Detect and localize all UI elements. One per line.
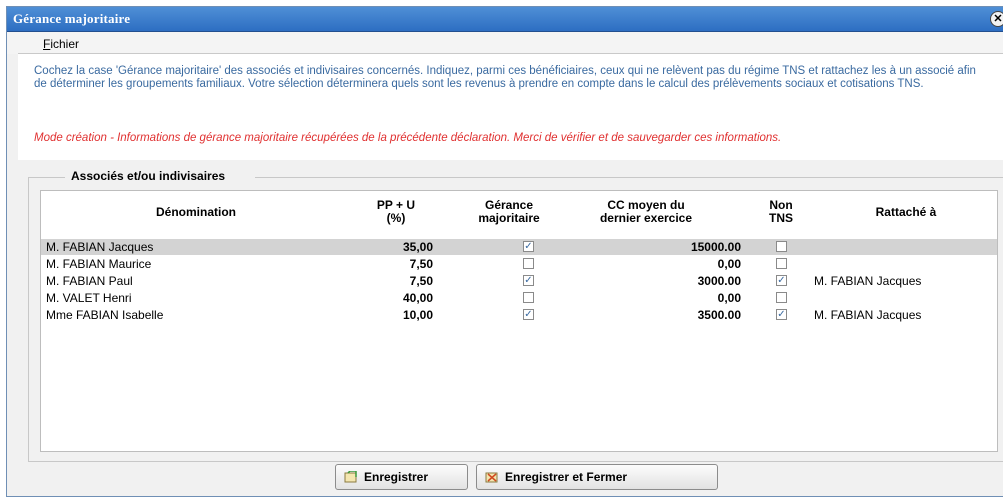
associes-grid[interactable]: Dénomination PP + U (%) Gérance majorita… (40, 190, 998, 452)
header-ppu[interactable]: PP + U (%) (361, 199, 431, 225)
menu-bar: Fichier (7, 32, 1003, 54)
save-close-button-label: Enregistrer et Fermer (505, 470, 628, 484)
table-row[interactable]: M. VALET Henri 40,00 0,00 (41, 290, 997, 306)
window-title: Gérance majoritaire (13, 11, 131, 26)
info-warning: Mode création - Informations de gérance … (34, 132, 782, 144)
cell-ppu: 7,50 (409, 257, 433, 271)
table-row[interactable]: Mme FABIAN Isabelle 10,00 ✓ 3500.00 ✓ M. FABI… (41, 307, 997, 323)
cell-denomination: M. FABIAN Paul (46, 274, 133, 288)
cell-cc: 3000.00 (697, 274, 741, 288)
save-close-button[interactable]: Enregistrer et Fermer (476, 464, 718, 490)
cell-rattache: M. FABIAN Jacques (814, 308, 922, 322)
cell-ppu: 40,00 (402, 291, 433, 305)
header-denomination[interactable]: Dénomination (111, 206, 281, 219)
table-row[interactable]: M. FABIAN Maurice 7,50 0,00 (41, 256, 997, 272)
table-row[interactable]: M. FABIAN Jacques 35,00 ✓ 15000.00 (41, 239, 997, 255)
save-button[interactable]: Enregistrer (335, 464, 468, 490)
save-icon (344, 470, 358, 483)
info-instructions: Cochez la case 'Gérance majoritaire' des… (34, 65, 976, 90)
header-rattache[interactable]: Rattaché à (831, 206, 981, 219)
gerance-checkbox[interactable] (523, 258, 534, 269)
cell-cc: 0,00 (717, 257, 741, 271)
cell-ppu: 7,50 (409, 274, 433, 288)
associes-groupbox: Associés et/ou indivisaires Dénomination… (28, 169, 1003, 462)
group-legend: Associés et/ou indivisaires (65, 169, 256, 183)
close-icon[interactable]: ✕ (990, 11, 1003, 27)
non-tns-checkbox[interactable]: ✓ (776, 309, 787, 320)
header-gerance[interactable]: Gérance majoritaire (459, 199, 559, 225)
gerance-checkbox[interactable] (523, 292, 534, 303)
info-panel: Cochez la case 'Gérance majoritaire' des… (18, 53, 1003, 160)
header-nontns[interactable]: Non TNS (751, 199, 811, 225)
cell-cc: 0,00 (717, 291, 741, 305)
non-tns-checkbox[interactable] (776, 292, 787, 303)
non-tns-checkbox[interactable] (776, 241, 787, 252)
cell-cc: 3500.00 (697, 308, 741, 322)
cell-denomination: M. FABIAN Maurice (46, 257, 152, 271)
gerance-checkbox[interactable]: ✓ (523, 275, 534, 286)
gerance-checkbox[interactable]: ✓ (523, 241, 534, 252)
menu-fichier[interactable]: Fichier (43, 37, 79, 51)
cell-denomination: M. VALET Henri (46, 291, 132, 305)
header-cc[interactable]: CC moyen du dernier exercice (581, 199, 711, 225)
non-tns-checkbox[interactable] (776, 258, 787, 269)
save-close-icon (485, 471, 499, 483)
cell-ppu: 10,00 (402, 308, 433, 322)
table-row[interactable]: M. FABIAN Paul 7,50 ✓ 3000.00 ✓ M. FABIAN Jac… (41, 273, 997, 289)
title-bar[interactable]: Gérance majoritaire ✕ (7, 7, 1003, 32)
cell-rattache: M. FABIAN Jacques (814, 274, 922, 288)
gerance-checkbox[interactable]: ✓ (523, 309, 534, 320)
cell-ppu: 35,00 (402, 240, 433, 254)
non-tns-checkbox[interactable]: ✓ (776, 275, 787, 286)
cell-denomination: Mme FABIAN Isabelle (46, 308, 164, 322)
menu-fichier-rest: ichier (50, 37, 80, 51)
cell-denomination: M. FABIAN Jacques (46, 240, 154, 254)
save-button-label: Enregistrer (364, 470, 429, 484)
cell-cc: 15000.00 (690, 240, 741, 254)
